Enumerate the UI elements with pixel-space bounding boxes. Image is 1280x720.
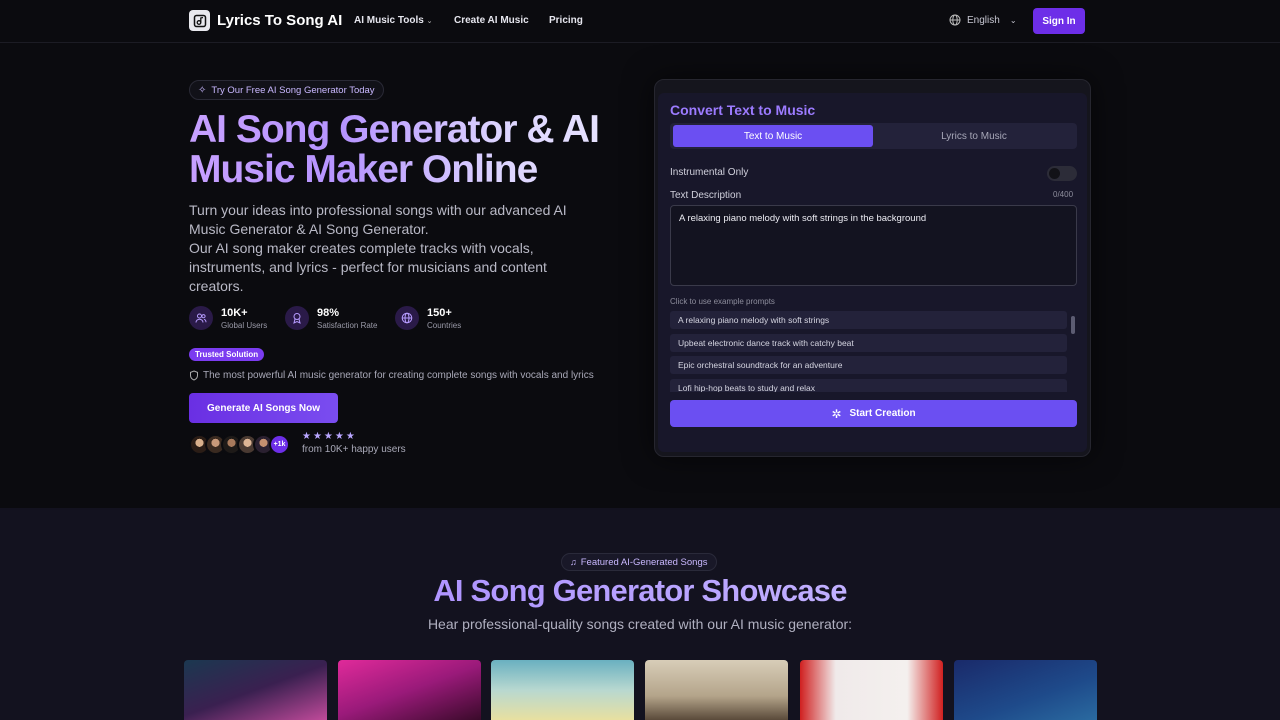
- start-creation-label: Start Creation: [849, 408, 916, 419]
- char-count: 0/400: [1053, 190, 1074, 199]
- text-description-label: Text Description: [670, 190, 742, 201]
- tab-lyrics-to-music[interactable]: Lyrics to Music: [874, 125, 1074, 147]
- song-thumbnail[interactable]: [491, 660, 634, 720]
- stat-value: 10K+: [221, 306, 248, 319]
- stat-users: 10K+ Global Users: [189, 306, 267, 330]
- language-selector[interactable]: English ⌄: [949, 14, 1017, 26]
- start-creation-button[interactable]: ✲ Start Creation: [670, 400, 1077, 427]
- award-icon: [285, 306, 309, 330]
- featured-pill-text: Featured AI-Generated Songs: [580, 556, 708, 568]
- happy-users-text: from 10K+ happy users: [302, 444, 406, 455]
- instrumental-label: Instrumental Only: [670, 167, 749, 178]
- language-label: English: [967, 14, 1000, 26]
- promo-pill: ✧ Try Our Free AI Song Generator Today: [189, 80, 384, 100]
- example-prompt[interactable]: Epic orchestral soundtrack for an advent…: [670, 356, 1067, 374]
- sparkle-icon: ✧: [198, 84, 207, 96]
- song-thumbnail[interactable]: [338, 660, 481, 720]
- example-prompts-list[interactable]: A relaxing piano melody with soft string…: [670, 311, 1067, 392]
- top-nav: Lyrics To Song AI AI Music Tools ⌄ Creat…: [0, 0, 1280, 43]
- stat-value: 98%: [317, 306, 340, 319]
- stat-label: Global Users: [221, 320, 268, 330]
- showcase-title: AI Song Generator Showcase: [0, 573, 1280, 609]
- globe-icon: [949, 14, 961, 26]
- sparkle-icon: ✲: [831, 406, 842, 421]
- tab-text-to-music[interactable]: Text to Music: [673, 125, 873, 147]
- hero-description-line2: Our AI song maker creates complete track…: [189, 240, 547, 294]
- hero-title: AI Song Generator & AI Music Maker Onlin…: [189, 110, 629, 190]
- shield-icon: [190, 370, 198, 381]
- song-thumbnail[interactable]: [645, 660, 788, 720]
- stat-satisfaction: 98% Satisfaction Rate: [285, 306, 377, 330]
- logo[interactable]: Lyrics To Song AI: [189, 10, 342, 31]
- example-prompt[interactable]: Lofi hip-hop beats to study and relax: [670, 378, 1067, 392]
- chevron-down-icon: ⌄: [1009, 15, 1017, 25]
- song-thumbnail[interactable]: [954, 660, 1097, 720]
- example-prompt[interactable]: A relaxing piano melody with soft string…: [670, 311, 1067, 329]
- music-note-icon: ♫: [570, 557, 577, 567]
- chevron-down-icon: ⌄: [426, 18, 433, 25]
- nav-create-ai-music[interactable]: Create AI Music: [454, 15, 529, 26]
- nav-pricing[interactable]: Pricing: [549, 15, 583, 26]
- example-prompts-label: Click to use example prompts: [670, 297, 775, 306]
- trusted-badge: Trusted Solution: [189, 348, 265, 361]
- stat-countries: 150+ Countries: [395, 306, 461, 330]
- globe-icon: [395, 306, 419, 330]
- trusted-text: The most powerful AI music generator for…: [203, 370, 594, 381]
- logo-icon: [189, 10, 210, 31]
- users-icon: [189, 306, 213, 330]
- converter-title: Convert Text to Music: [670, 102, 816, 118]
- hero-description-line1: Turn your ideas into professional songs …: [189, 202, 567, 237]
- logo-text: Lyrics To Song AI: [217, 12, 343, 29]
- promo-pill-text: Try Our Free AI Song Generator Today: [211, 84, 375, 96]
- featured-pill: ♫ Featured AI-Generated Songs: [561, 553, 717, 571]
- stat-value: 150+: [427, 306, 452, 319]
- stat-label: Countries: [427, 320, 462, 330]
- examples-scrollbar[interactable]: [1071, 316, 1075, 334]
- generate-songs-button[interactable]: Generate AI Songs Now: [189, 393, 338, 423]
- showcase-subtitle: Hear professional-quality songs created …: [427, 616, 853, 632]
- text-description-input[interactable]: A relaxing piano melody with soft string…: [670, 205, 1077, 286]
- user-avatars: +1k: [189, 434, 290, 455]
- stat-label: Satisfaction Rate: [317, 320, 378, 330]
- trusted-text-row: The most powerful AI music generator for…: [189, 370, 594, 381]
- example-prompt[interactable]: Upbeat electronic dance track with catch…: [670, 333, 1067, 352]
- song-thumbnail[interactable]: [184, 660, 327, 720]
- sign-in-button[interactable]: Sign In: [1033, 8, 1085, 34]
- hero-description: Turn your ideas into professional songs …: [189, 201, 599, 296]
- avatar-more-count: +1k: [269, 434, 290, 455]
- instrumental-toggle[interactable]: [1047, 166, 1077, 181]
- rating-stars: ★★★★★: [302, 431, 357, 442]
- nav-ai-music-tools[interactable]: AI Music Tools ⌄: [354, 15, 432, 26]
- song-thumbnail[interactable]: [800, 660, 943, 720]
- toggle-knob: [1049, 168, 1060, 179]
